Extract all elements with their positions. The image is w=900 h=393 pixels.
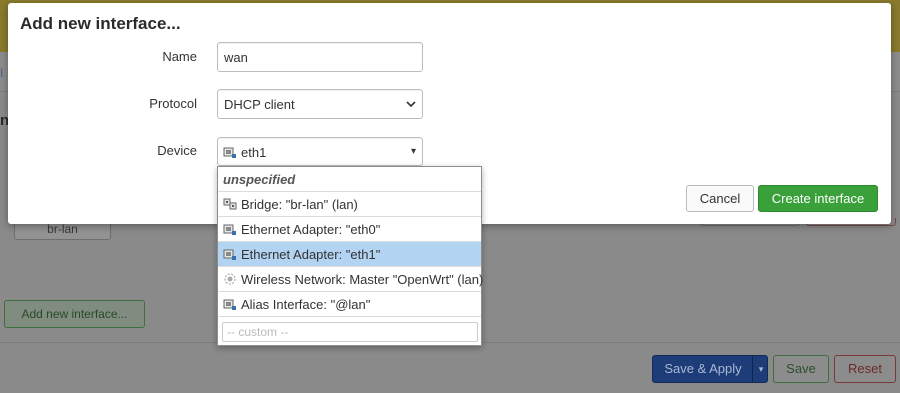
reset-button: Reset	[834, 355, 896, 383]
custom-device-input[interactable]: -- custom --	[222, 322, 478, 342]
background-link: I	[0, 66, 4, 80]
device-select-value: eth1	[241, 145, 267, 160]
dropdown-item-bridge[interactable]: Bridge: "br-lan" (lan)	[218, 192, 481, 217]
caret-down-icon: ▾	[410, 146, 416, 157]
save-apply-dropdown-icon: ▾	[758, 364, 764, 374]
ethernet-icon	[223, 147, 236, 158]
name-input-value: wan	[224, 50, 248, 65]
dropdown-item-eth1[interactable]: Ethernet Adapter: "eth1"	[218, 242, 481, 267]
dropdown-item-eth0[interactable]: Ethernet Adapter: "eth0"	[218, 217, 481, 242]
protocol-select[interactable]: DHCP client	[217, 89, 423, 119]
protocol-label: Protocol	[149, 96, 197, 111]
background-add-interface-button: Add new interface...	[4, 300, 145, 328]
dropdown-item-label: Bridge: "br-lan" (lan)	[241, 197, 358, 212]
ethernet-icon	[223, 249, 236, 260]
modal-title: Add new interface...	[20, 14, 181, 33]
dropdown-item-label: unspecified	[223, 172, 296, 187]
name-label: Name	[162, 49, 197, 64]
dropdown-item-alias[interactable]: Alias Interface: "@lan"	[218, 292, 481, 317]
alias-icon	[223, 299, 236, 310]
bridge-icon	[223, 198, 237, 210]
wireless-icon	[224, 273, 236, 285]
cancel-button[interactable]: Cancel	[686, 185, 754, 212]
device-label: Device	[157, 143, 197, 158]
dropdown-item-unspecified[interactable]: unspecified	[218, 167, 481, 192]
save-apply-label: Save & Apply	[664, 361, 742, 376]
protocol-select-value: DHCP client	[224, 97, 295, 112]
dropdown-item-label: Wireless Network: Master "OpenWrt" (lan)	[241, 272, 484, 287]
ethernet-icon	[223, 224, 236, 235]
device-dropdown-list: unspecified Bridge: "br-lan" (lan) Ether…	[217, 166, 484, 346]
create-interface-button[interactable]: Create interface	[758, 185, 878, 212]
save-button: Save	[773, 355, 829, 383]
name-input[interactable]: wan	[217, 42, 423, 72]
dropdown-item-label: Alias Interface: "@lan"	[241, 297, 371, 312]
dropdown-item-wireless[interactable]: Wireless Network: Master "OpenWrt" (lan)	[218, 267, 484, 292]
dropdown-item-label: Ethernet Adapter: "eth0"	[241, 222, 381, 237]
dropdown-item-label: Ethernet Adapter: "eth1"	[241, 247, 381, 262]
device-select[interactable]: eth1 ▾	[217, 137, 423, 166]
chevron-down-icon	[406, 101, 416, 108]
save-apply-button: Save & Apply ▾	[652, 355, 768, 383]
